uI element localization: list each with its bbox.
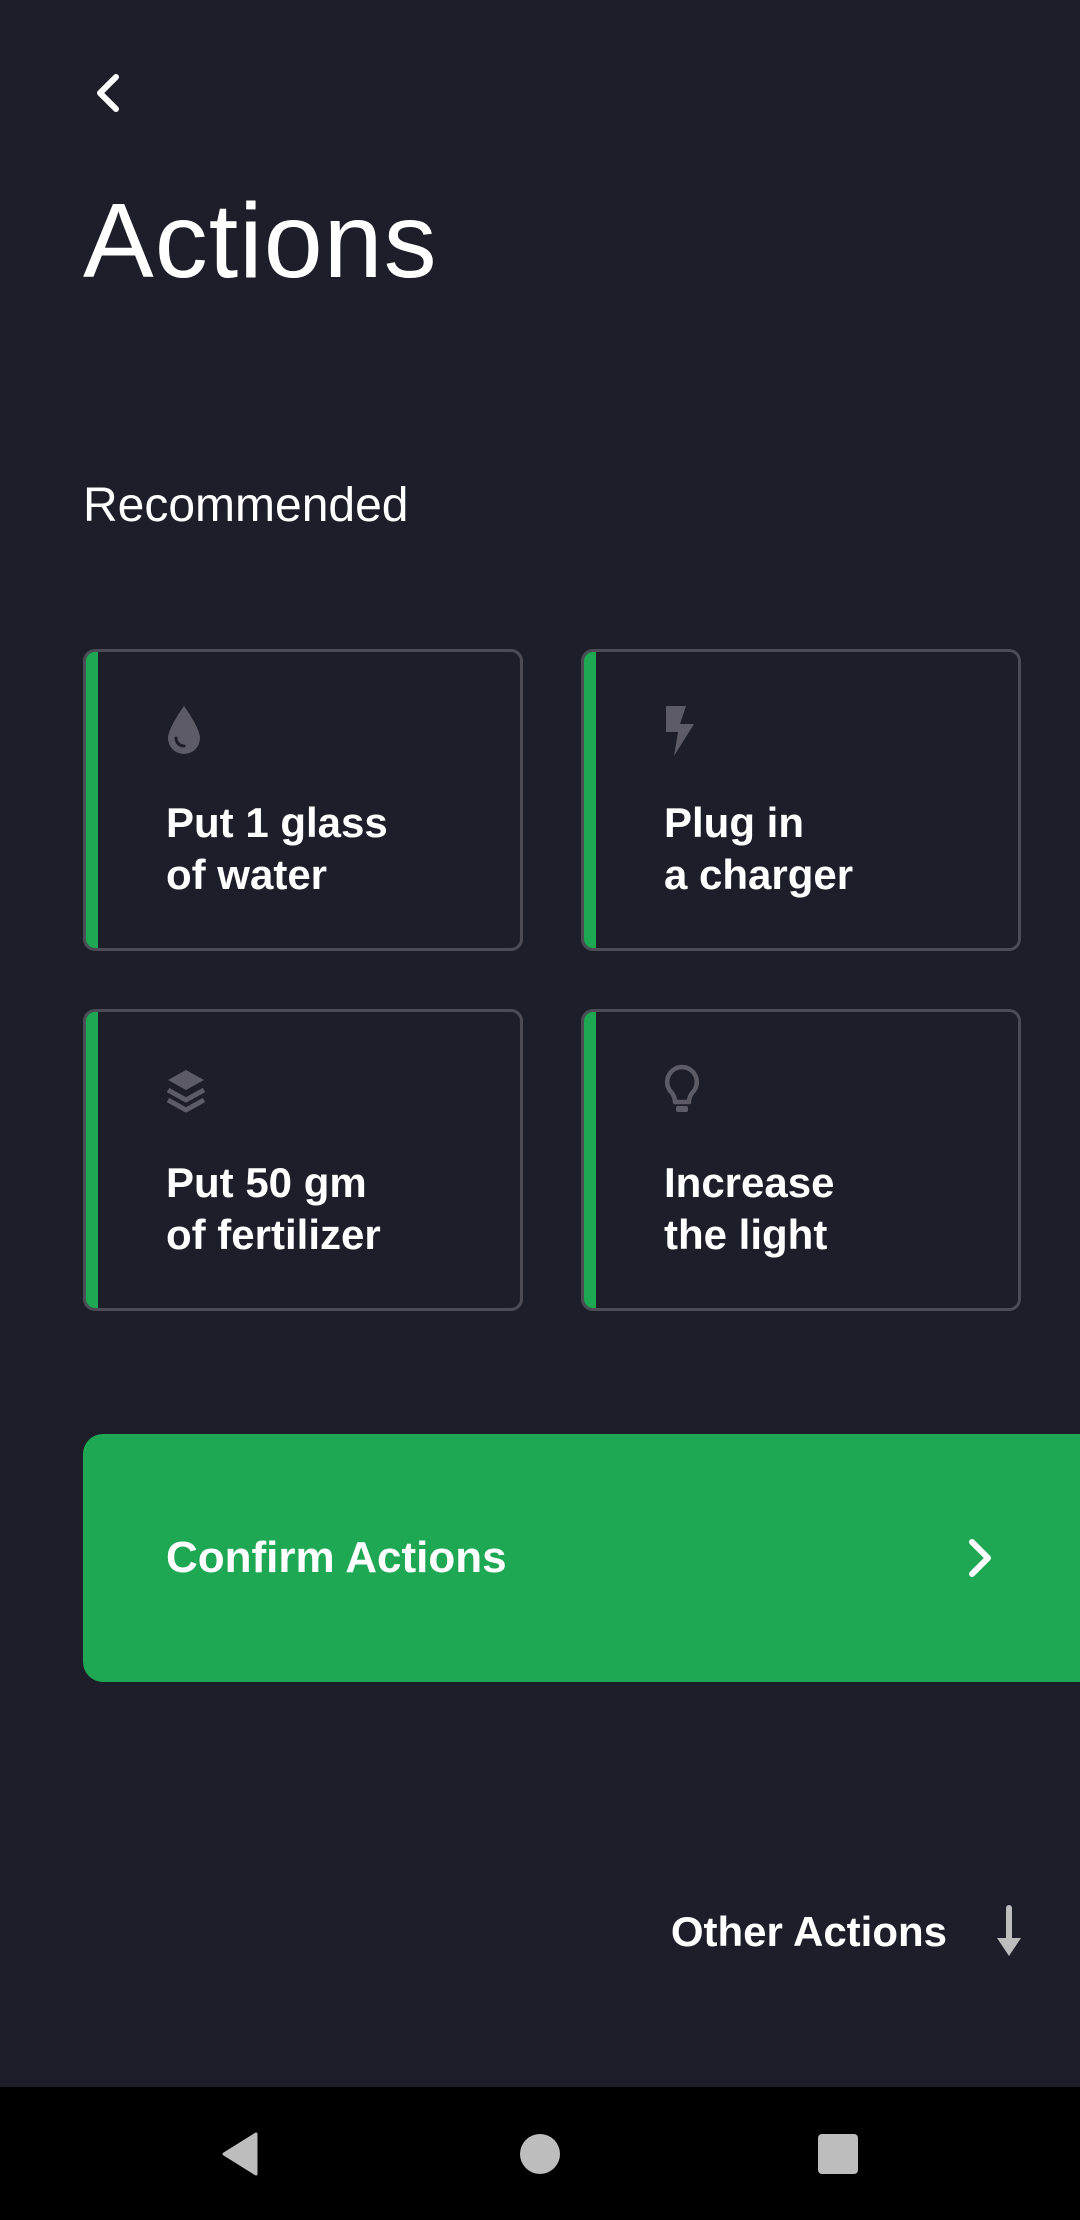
nav-recents-button[interactable] xyxy=(788,2107,888,2201)
water-drop-icon xyxy=(168,706,200,754)
card-label-line2: of fertilizer xyxy=(166,1211,381,1258)
confirm-actions-label: Confirm Actions xyxy=(166,1533,507,1582)
card-label: Put 50 gm of fertilizer xyxy=(166,1157,506,1261)
card-accent-bar xyxy=(584,652,596,948)
system-navigation-bar xyxy=(0,2087,1080,2220)
nav-back-icon xyxy=(222,2132,258,2176)
card-accent-bar xyxy=(86,1012,98,1308)
card-label-line2: a charger xyxy=(664,851,854,898)
other-actions-label: Other Actions xyxy=(670,1908,947,1955)
chevron-left-icon xyxy=(97,74,119,112)
nav-recents-icon xyxy=(818,2134,858,2174)
back-button[interactable] xyxy=(78,58,138,128)
card-label-line1: Put 1 glass xyxy=(166,799,388,846)
arrow-down-icon xyxy=(997,1905,1021,1956)
card-label: Put 1 glass of water xyxy=(166,797,506,901)
chevron-right-icon xyxy=(969,1539,991,1577)
nav-home-icon xyxy=(520,2134,560,2174)
card-label-line2: of water xyxy=(166,851,328,898)
card-label-line1: Increase xyxy=(664,1159,835,1206)
card-label-line1: Plug in xyxy=(664,799,804,846)
card-label: Increase the light xyxy=(664,1157,1004,1261)
card-label: Plug in a charger xyxy=(664,797,1004,901)
nav-home-button[interactable] xyxy=(490,2107,590,2201)
page-title: Actions xyxy=(83,182,438,300)
card-accent-bar xyxy=(584,1012,596,1308)
action-card-light[interactable]: Increase the light xyxy=(581,1009,1021,1311)
layers-icon xyxy=(166,1070,206,1113)
card-label-line2: the light xyxy=(664,1211,828,1258)
other-actions-button[interactable]: Other Actions xyxy=(600,1900,1080,1964)
lightning-icon xyxy=(666,706,694,756)
confirm-actions-button[interactable]: Confirm Actions xyxy=(83,1434,1080,1682)
nav-back-button[interactable] xyxy=(190,2107,290,2201)
lightbulb-icon xyxy=(664,1064,700,1112)
action-card-fertilizer[interactable]: Put 50 gm of fertilizer xyxy=(83,1009,523,1311)
actions-screen: Actions Recommended Put 1 glass of water… xyxy=(0,0,1080,2087)
card-accent-bar xyxy=(86,652,98,948)
section-title-recommended: Recommended xyxy=(83,479,409,532)
action-card-water[interactable]: Put 1 glass of water xyxy=(83,649,523,951)
card-label-line1: Put 50 gm xyxy=(166,1159,367,1206)
action-card-charger[interactable]: Plug in a charger xyxy=(581,649,1021,951)
